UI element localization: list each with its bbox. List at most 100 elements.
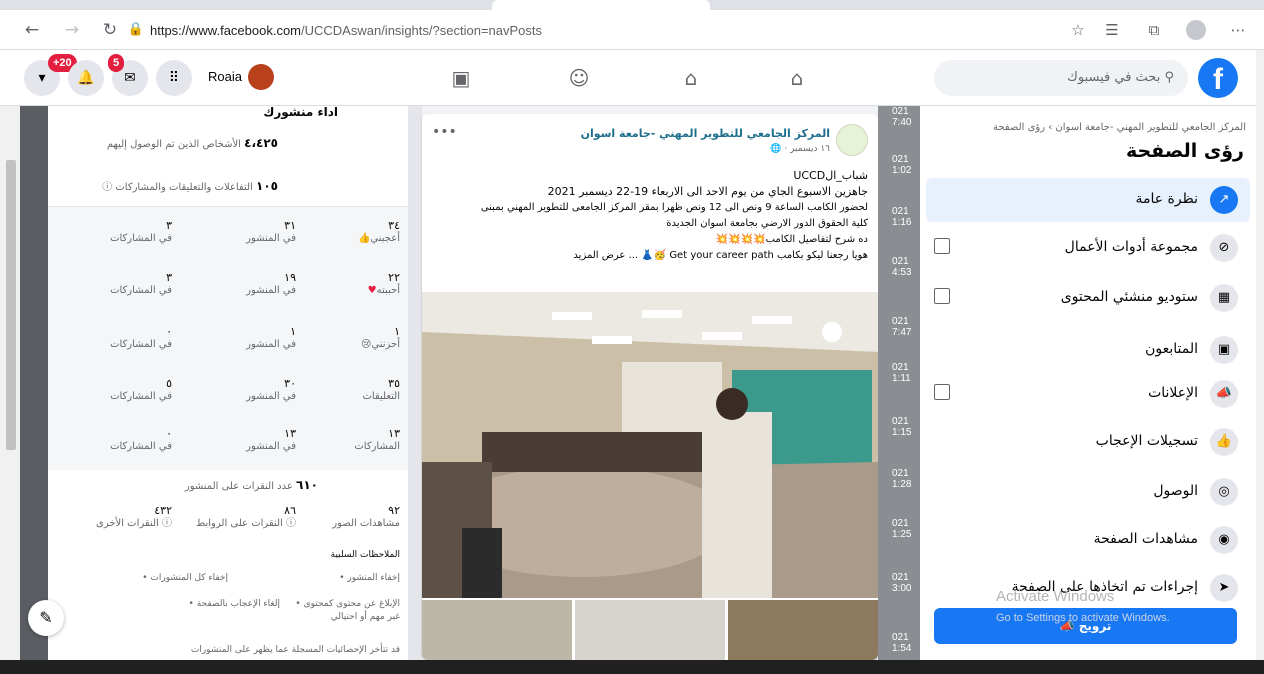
more-menu-icon[interactable]: ⋯: [1226, 18, 1250, 42]
thumbs-up-icon: 👍: [1210, 428, 1238, 456]
insights-sidebar: المركز الجامعي للتطوير المهني -جامعة اسو…: [920, 106, 1256, 660]
sidebar-item-followers[interactable]: ▣ المتابعون: [926, 328, 1250, 372]
search-icon: ⚲: [1164, 70, 1174, 85]
post-line-hashtag: شباب_الUCCD: [793, 169, 868, 182]
sidebar-item-business-suite[interactable]: ⊘ مجموعة أدوات الأعمال: [926, 226, 1250, 270]
windows-taskbar: [0, 660, 1264, 674]
photo-views-cell: ٩٢ مشاهدات الصور: [332, 504, 400, 529]
sidebar-item-page-views[interactable]: ◉ مشاهدات الصفحة: [926, 518, 1250, 562]
business-icon: ⊘: [1210, 234, 1238, 262]
date-col-10: 7:47: [892, 327, 912, 338]
cursor-icon: ➤: [1210, 574, 1238, 602]
date-col-20: 3:00: [892, 583, 912, 594]
stats-footnote: قد تتأخر الإحصائيات المسجلة عما يظهر على…: [190, 645, 400, 655]
favorites-list-icon[interactable]: ☰: [1100, 18, 1124, 42]
other-clicks-cell: ٤٣٢ النقرات الأخرى ⓘ: [96, 504, 172, 529]
home-nav-icon[interactable]: ⌂: [782, 66, 812, 90]
engagements-label: التفاعلات والتعليقات والمشاركات: [115, 182, 253, 193]
bell-icon: 🔔: [77, 70, 95, 86]
marketplace-nav-icon[interactable]: ⌂: [676, 66, 706, 90]
post-date: ١٦ ديسمبر · 🌐: [770, 144, 830, 154]
post-line-dates: جاهزين الاسبوع الجاي من يوم الاحد الى ال…: [547, 185, 868, 198]
date-col-22: 1:54: [892, 643, 912, 654]
post-page-name[interactable]: المركز الجامعي للتطوير المهني -جامعة اسو…: [422, 126, 830, 141]
reload-icon[interactable]: ↻: [98, 18, 122, 42]
globe-icon: 🌐: [770, 144, 782, 154]
external-link-icon: [934, 384, 950, 400]
breadcrumb[interactable]: المركز الجامعي للتطوير المهني -جامعة اسو…: [993, 122, 1246, 133]
search-placeholder: بحث في فيسبوك: [1067, 70, 1161, 85]
date-col-8: 4:53: [892, 267, 912, 278]
user-name[interactable]: Roaia: [208, 69, 242, 84]
page-avatar[interactable]: [836, 124, 868, 156]
date-col-12: 1:11: [892, 373, 911, 384]
post-main-photo[interactable]: [422, 292, 878, 598]
sidebar-item-ads[interactable]: 📣 الإعلانات: [926, 372, 1250, 416]
user-avatar[interactable]: [248, 64, 274, 90]
external-link-icon: [934, 288, 950, 304]
post-thumbnail-2[interactable]: [575, 600, 725, 660]
url-host: https://www.facebook.com: [150, 22, 302, 38]
apps-menu-button[interactable]: ⠿: [156, 60, 192, 96]
date-col-2: 7:40: [892, 117, 912, 128]
clicks-label: عدد النقرات على المنشور: [184, 481, 293, 492]
negative-feedback-title: الملاحظات السلبية: [330, 550, 400, 560]
people-reached-label: الأشخاص الذين تم الوصول إليهم: [106, 139, 241, 150]
post-thumbnail-3[interactable]: [728, 600, 878, 660]
shares-total: ١٣ المشاركات: [354, 427, 400, 452]
post-line-location: كلية الحقوق الدور الارضي بجامعة اسوان ال…: [666, 218, 868, 229]
caret-down-icon: ▾: [38, 70, 46, 86]
browser-tab-active[interactable]: [492, 0, 710, 10]
url-path: /UCCDAswan/insights/?section=navPosts: [301, 22, 542, 38]
negative-item-report: • الإبلاغ عن محتوى كمحتوى غير مهم أو احت…: [295, 599, 400, 622]
date-col-3: 021: [892, 154, 909, 165]
date-col-13: 021: [892, 416, 909, 427]
sidebar-item-reach[interactable]: ◎ الوصول: [926, 470, 1250, 514]
stats-title: اداء منشورك: [263, 106, 338, 119]
comments-total: ٣٥ التعليقات: [362, 377, 400, 402]
clicks-row: ٦١٠ عدد النقرات على المنشور: [48, 478, 408, 492]
lock-icon[interactable]: 🔒: [124, 18, 148, 42]
reaction-shares-love: ٣ في المشاركات: [110, 271, 172, 296]
collections-icon[interactable]: ⧉: [1142, 18, 1166, 42]
sidebar-item-label: الإعلانات: [1148, 385, 1198, 401]
engagements-value: ١٠٥: [256, 179, 278, 193]
facebook-logo-icon[interactable]: f: [1198, 58, 1238, 98]
reaction-post-sad: ١ في المنشور: [246, 325, 296, 350]
sad-icon: 😢: [360, 339, 372, 350]
messenger-icon: ✉: [124, 70, 136, 86]
external-link-icon: [934, 238, 950, 254]
left-scrollbar-thumb[interactable]: [6, 160, 16, 450]
notifications-button[interactable]: 🔔: [68, 60, 104, 96]
new-message-button[interactable]: ✎: [28, 600, 64, 636]
people-reached-value: ٤،٤٢٥: [244, 136, 278, 150]
post-thumbnail-1[interactable]: [422, 600, 572, 660]
date-col-7: 021: [892, 256, 909, 267]
facebook-search-input[interactable]: بحث في فيسبوك ⚲: [934, 60, 1188, 96]
like-icon: 👍: [357, 233, 371, 244]
sidebar-item-overview[interactable]: ↗ نظرة عامة: [926, 178, 1250, 222]
negative-item-hide-all: • إخفاء كل المنشورات: [142, 573, 228, 583]
notifications-badge: 5: [108, 54, 125, 72]
column-divider: [408, 106, 422, 660]
pages-nav-icon[interactable]: ▣: [446, 66, 476, 90]
browser-profile-avatar[interactable]: [1186, 20, 1206, 40]
forward-arrow-icon[interactable]: →: [60, 18, 84, 42]
sidebar-item-creator-studio[interactable]: ▦ ستوديو منشئي المحتوى: [926, 276, 1250, 320]
followers-icon: ▣: [1210, 336, 1238, 364]
sidebar-item-label: مجموعة أدوات الأعمال: [1064, 239, 1198, 255]
engagements-row: ١٠٥ التفاعلات والتعليقات والمشاركات ⓘ: [48, 178, 408, 193]
favorite-star-icon[interactable]: ☆: [1066, 18, 1090, 42]
right-scrollbar[interactable]: [1256, 50, 1264, 660]
reaction-shares-like: ٣ في المشاركات: [110, 219, 172, 244]
sidebar-item-label: تسجيلات الإعجاب: [1095, 433, 1198, 449]
info-icon[interactable]: ⓘ: [102, 182, 112, 193]
back-arrow-icon[interactable]: ←: [20, 18, 44, 42]
sidebar-item-likes[interactable]: 👍 تسجيلات الإعجاب: [926, 420, 1250, 464]
groups-nav-icon[interactable]: ☺: [564, 66, 594, 90]
sidebar-item-label: ستوديو منشئي المحتوى: [1060, 289, 1198, 305]
date-col-14: 1:15: [892, 427, 912, 438]
date-col-4: 1:02: [892, 165, 912, 176]
post-line-see-more[interactable]: هويا رجعنا ليكو بكامب Get your career pa…: [428, 248, 868, 263]
reaction-total-like: ٣٤ 👍أعجبني: [357, 219, 400, 244]
